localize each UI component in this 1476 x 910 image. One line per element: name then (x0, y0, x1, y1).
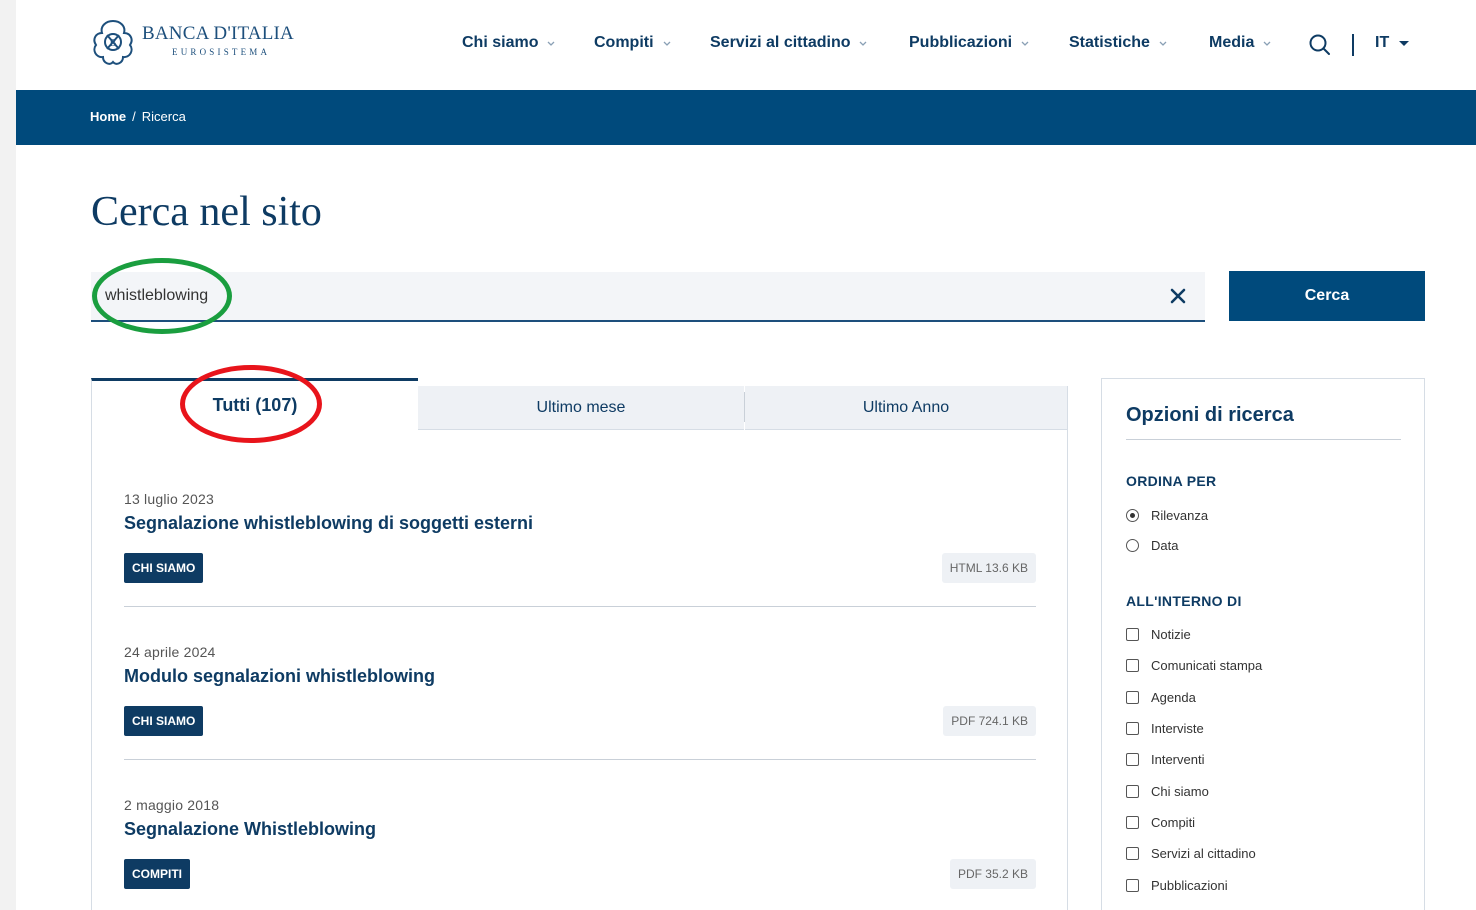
nav-item-statistiche[interactable]: Statistiche (1069, 34, 1168, 52)
option-label: Servizi al cittadino (1151, 846, 1256, 861)
filter-chi-siamo[interactable]: Chi siamo (1126, 784, 1209, 799)
option-label: Interventi (1151, 752, 1205, 767)
checkbox[interactable] (1126, 659, 1139, 672)
sort-option-rilevanza[interactable]: Rilevanza (1126, 508, 1208, 523)
nav-item-servizi[interactable]: Servizi al cittadino (710, 34, 868, 52)
result-tabs: Tutti (107) Ultimo mese Ultimo Anno (91, 378, 1068, 430)
checkbox[interactable] (1126, 753, 1139, 766)
breadcrumb: Home / Ricerca (90, 109, 186, 124)
chevron-down-icon (1263, 41, 1271, 46)
search-input[interactable] (105, 272, 1145, 320)
nav-item-label: Statistiche (1069, 34, 1150, 51)
list-item: 13 luglio 2023 Segnalazione whistleblowi… (124, 491, 1036, 607)
option-label: Interviste (1151, 721, 1204, 736)
chevron-down-icon (1021, 41, 1029, 46)
sidebar-divider (1126, 439, 1401, 440)
breadcrumb-bar: Home / Ricerca (16, 90, 1476, 145)
nav-item-label: Chi siamo (462, 34, 539, 51)
tab-ultimo-anno[interactable]: Ultimo Anno (745, 386, 1068, 430)
nav-item-compiti[interactable]: Compiti (594, 34, 672, 52)
nav-item-pubblicazioni[interactable]: Pubblicazioni (909, 34, 1030, 52)
page-title: Cerca nel sito (91, 189, 322, 235)
filter-comunicati-stampa[interactable]: Comunicati stampa (1126, 658, 1262, 673)
nav-item-media[interactable]: Media (1209, 34, 1272, 52)
radio-unselected[interactable] (1126, 539, 1139, 552)
checkbox[interactable] (1126, 879, 1139, 892)
nav-separator (1352, 34, 1354, 56)
language-label: IT (1375, 34, 1390, 51)
site-header: B BANCA D'ITALIA EUROSISTEMA Chi siamo C… (16, 0, 1476, 90)
tab-ultimo-mese[interactable]: Ultimo mese (418, 386, 744, 430)
result-divider (124, 759, 1036, 760)
checkbox[interactable] (1126, 628, 1139, 641)
result-title-link[interactable]: Segnalazione Whistleblowing (124, 819, 376, 840)
radio-selected[interactable] (1126, 509, 1139, 522)
search-button[interactable]: Cerca (1229, 271, 1425, 321)
checkbox[interactable] (1126, 847, 1139, 860)
breadcrumb-home-link[interactable]: Home (90, 109, 126, 124)
result-title-link[interactable]: Segnalazione whistleblowing di soggetti … (124, 513, 533, 534)
chevron-down-icon (548, 41, 555, 46)
category-badge[interactable]: CHI SIAMO (124, 553, 204, 583)
search-options-panel: Opzioni di ricerca ORDINA PER Rilevanza … (1101, 378, 1425, 910)
option-label: Notizie (1151, 627, 1191, 642)
breadcrumb-current: Ricerca (141, 109, 186, 124)
nav-item-label: Servizi al cittadino (710, 34, 851, 51)
file-info: PDF 724.1 KB (943, 706, 1036, 736)
tab-tutti[interactable]: Tutti (107) (91, 378, 418, 430)
search-icon[interactable] (1308, 33, 1332, 57)
option-label: Chi siamo (1151, 784, 1209, 799)
nav-item-label: Pubblicazioni (909, 34, 1013, 51)
list-item: 2 maggio 2018 Segnalazione Whistleblowin… (124, 797, 1036, 889)
caret-down-icon (1399, 40, 1410, 46)
filter-interviste[interactable]: Interviste (1126, 721, 1204, 736)
search-options-title: Opzioni di ricerca (1126, 404, 1294, 426)
chevron-down-icon (860, 41, 867, 46)
filter-pubblicazioni[interactable]: Pubblicazioni (1126, 878, 1228, 893)
option-label: Compiti (1151, 815, 1196, 830)
list-item: 24 aprile 2024 Modulo segnalazioni whist… (124, 644, 1036, 760)
category-badge[interactable]: CHI SIAMO (124, 706, 204, 736)
breadcrumb-separator: / (132, 109, 136, 124)
search-box (91, 272, 1205, 322)
file-info: PDF 35.2 KB (949, 859, 1036, 889)
filter-compiti[interactable]: Compiti (1126, 815, 1195, 830)
nav-item-label: Compiti (594, 34, 654, 51)
option-label: Pubblicazioni (1151, 878, 1228, 893)
sort-option-data[interactable]: Data (1126, 538, 1178, 553)
main-nav: Chi siamo Compiti Servizi al cittadino P… (16, 34, 1476, 56)
nav-item-label: Media (1209, 34, 1255, 51)
result-title-link[interactable]: Modulo segnalazioni whistleblowing (124, 666, 435, 687)
filter-agenda[interactable]: Agenda (1126, 690, 1196, 705)
chevron-down-icon (1159, 41, 1167, 46)
option-label: Data (1151, 538, 1179, 553)
result-divider (124, 606, 1036, 607)
checkbox[interactable] (1126, 691, 1139, 704)
filter-servizi-al-cittadino[interactable]: Servizi al cittadino (1126, 846, 1256, 861)
option-label: Comunicati stampa (1151, 658, 1263, 673)
result-date: 24 aprile 2024 (124, 644, 216, 660)
results-list: 13 luglio 2023 Segnalazione whistleblowi… (91, 430, 1068, 910)
within-heading: ALL'INTERNO DI (1126, 593, 1242, 609)
option-label: Rilevanza (1151, 508, 1209, 523)
result-date: 13 luglio 2023 (124, 491, 214, 507)
option-label: Agenda (1151, 690, 1196, 705)
filter-notizie[interactable]: Notizie (1126, 627, 1191, 642)
result-date: 2 maggio 2018 (124, 797, 220, 813)
sort-heading: ORDINA PER (1126, 473, 1217, 489)
chevron-down-icon (663, 41, 671, 46)
close-icon[interactable] (1169, 287, 1187, 305)
file-info: HTML 13.6 KB (941, 553, 1036, 583)
language-selector[interactable]: IT (1375, 34, 1410, 52)
nav-item-chi-siamo[interactable]: Chi siamo (462, 34, 556, 52)
left-edge-strip (0, 0, 16, 910)
checkbox[interactable] (1126, 816, 1139, 829)
checkbox[interactable] (1126, 785, 1139, 798)
category-badge[interactable]: COMPITI (124, 859, 190, 889)
filter-interventi[interactable]: Interventi (1126, 752, 1204, 767)
checkbox[interactable] (1126, 722, 1139, 735)
